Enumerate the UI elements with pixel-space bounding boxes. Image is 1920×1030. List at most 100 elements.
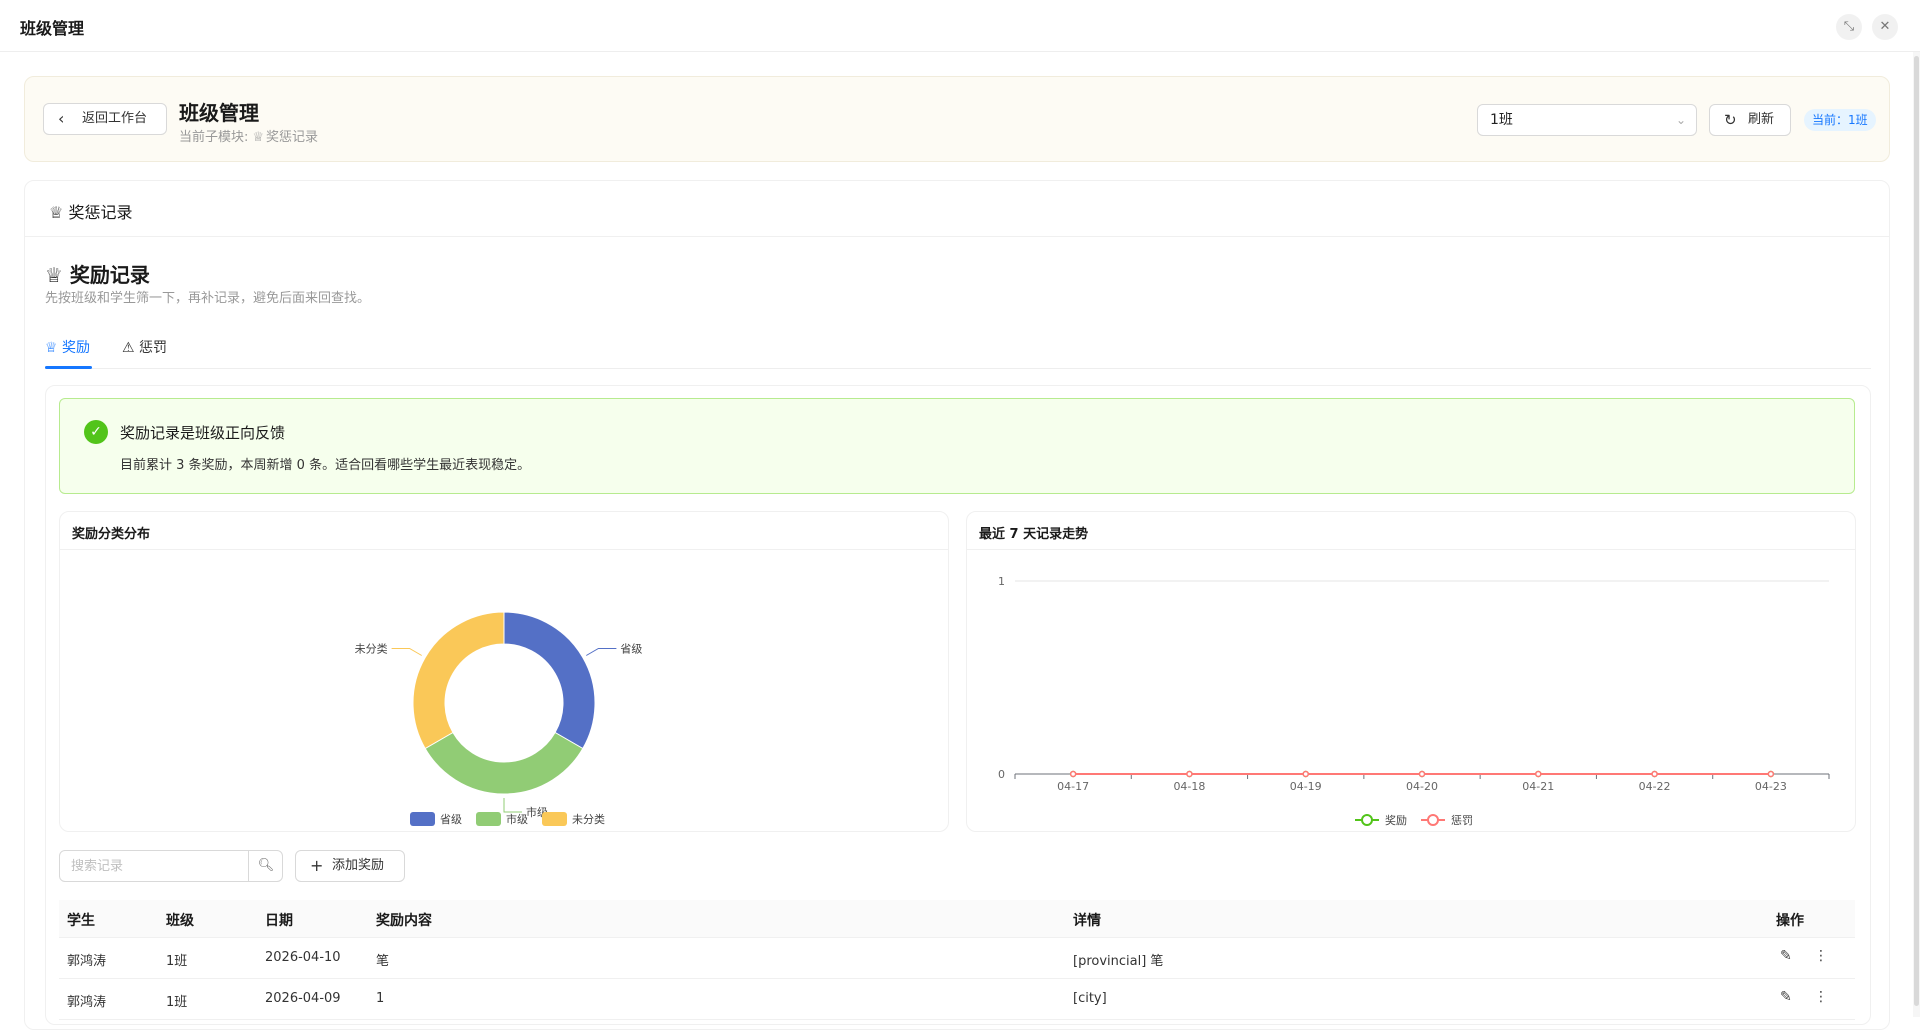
close-icon[interactable]: ✕ [1872, 14, 1898, 40]
legend-marker[interactable] [1427, 814, 1439, 826]
column-header: 日期 [265, 913, 293, 929]
tab-reward-label: 奖励 [62, 340, 91, 356]
cell-class: 1班 [166, 995, 188, 1010]
cell-detail: [provincial] 笔 [1073, 954, 1164, 969]
series-point[interactable] [1767, 770, 1775, 778]
search-input[interactable] [61, 852, 246, 880]
legend-label[interactable]: 市级 [506, 812, 528, 826]
trophy-icon: ♕ [45, 340, 63, 356]
slice-label-line [391, 648, 422, 656]
more-icon[interactable]: ⋮ [1814, 948, 1828, 964]
scrollbar-thumb[interactable] [1914, 56, 1919, 1006]
cell-student: 郭鸿涛 [67, 954, 107, 969]
page-header: ‹ 返回工作台 班级管理 当前子模块: ♕ 奖惩记录 1班 ⌄ ↻ 刷新 当前：1班 [24, 76, 1890, 162]
refresh-label: 刷新 [1748, 112, 1775, 127]
slice-label-line [586, 648, 617, 656]
legend-swatch[interactable] [542, 812, 567, 826]
cell-class: 1班 [166, 954, 188, 969]
x-tick-label: 04-18 [1173, 780, 1205, 793]
pie-slice[interactable] [503, 611, 596, 750]
legend-marker[interactable] [1361, 814, 1373, 826]
cell-detail: [city] [1073, 991, 1107, 1006]
slice-label: 未分类 [355, 642, 388, 656]
column-header: 详情 [1073, 913, 1101, 929]
plus-icon: + [310, 856, 324, 875]
add-reward-label: 添加奖励 [332, 858, 385, 873]
warning-icon: ⚠ [122, 340, 140, 356]
card-header: ♕ 奖惩记录 [25, 181, 1889, 237]
tab-bar: ♕ 奖励 ⚠ 惩罚 [45, 329, 1871, 369]
cell-content: 1 [376, 991, 385, 1006]
series-point[interactable] [1535, 770, 1542, 778]
add-reward-button[interactable]: + 添加奖励 [295, 850, 405, 882]
legend-label[interactable]: 惩罚 [1451, 814, 1473, 827]
rewards-card: ♕ 奖惩记录 ♕ 奖励记录 先按班级和学生筛一下，再补记录，避免后面来回查找。 … [24, 180, 1890, 1030]
column-header: 班级 [166, 913, 194, 929]
table-header: 学生 班级 日期 奖励内容 详情 操作 [59, 900, 1855, 938]
alert-description: 目前累计 3 条奖励，本周新增 0 条。适合回看哪些学生最近表现稳定。 [120, 458, 531, 473]
category-distribution-chart: 奖励分类分布 省级 市级 未分类 省级 市级 未分类 [59, 511, 949, 832]
slice-label: 省级 [620, 643, 642, 656]
trophy-icon: ♕ [49, 203, 69, 222]
series-point[interactable] [1069, 770, 1077, 778]
current-class-badge: 当前：1班 [1804, 109, 1876, 131]
column-header: 奖励内容 [376, 913, 432, 929]
back-button-label: 返回工作台 [82, 111, 148, 126]
legend-label[interactable]: 省级 [440, 813, 462, 826]
card-title-text: 奖惩记录 [68, 203, 133, 222]
window-title-bar: 班级管理 ⤡ ✕ [0, 0, 1920, 52]
line-chart-svg: 0 1 04-17 04-18 04-19 04-20 04-21 04-22 04-23 奖励 惩… [998, 575, 1830, 827]
series-point[interactable] [1651, 770, 1658, 778]
pie-slice[interactable] [412, 611, 505, 750]
x-tick-label: 04-23 [1755, 780, 1787, 793]
tab-reward[interactable]: ♕ 奖励 [45, 337, 90, 357]
edit-icon[interactable]: ✎ [1780, 948, 1792, 964]
refresh-button[interactable]: ↻ 刷新 [1709, 104, 1791, 136]
submodule-prefix: 当前子模块: [179, 130, 249, 145]
alert-title: 奖励记录是班级正向反馈 [120, 424, 286, 442]
collapse-icon[interactable]: ⤡ [1836, 14, 1862, 40]
series-point[interactable] [1302, 770, 1309, 778]
card-title: ♕ 奖惩记录 [49, 199, 132, 223]
table-row[interactable]: 郭鸿涛 1班 2026-04-10 笔 [provincial] 笔 ✎ ⋮ [59, 938, 1855, 979]
edit-icon[interactable]: ✎ [1780, 989, 1792, 1005]
section-title: ♕ 奖励记录 [45, 259, 150, 288]
section-description: 先按班级和学生筛一下，再补记录，避免后面来回查找。 [45, 291, 371, 306]
chevron-left-icon: ‹ [58, 109, 65, 128]
back-to-workbench-button[interactable]: ‹ 返回工作台 [43, 103, 167, 135]
legend-swatch[interactable] [410, 812, 435, 826]
class-select-value: 1班 [1490, 112, 1513, 128]
success-alert: ✓ 奖励记录是班级正向反馈 目前累计 3 条奖励，本周新增 0 条。适合回看哪些… [59, 398, 1855, 494]
reward-panel: ✓ 奖励记录是班级正向反馈 目前累计 3 条奖励，本周新增 0 条。适合回看哪些… [45, 385, 1871, 1025]
y-tick-label: 1 [998, 575, 1005, 588]
cell-student: 郭鸿涛 [67, 995, 107, 1010]
x-tick-label: 04-19 [1290, 780, 1322, 793]
chevron-down-icon: ⌄ [1675, 113, 1686, 127]
series-point[interactable] [1418, 770, 1426, 778]
refresh-icon: ↻ [1724, 111, 1737, 129]
trophy-icon: ♕ [252, 130, 265, 145]
legend-swatch[interactable] [476, 812, 501, 826]
submodule-name: 奖惩记录 [266, 130, 319, 145]
slice-label-line [503, 798, 522, 813]
column-header: 操作 [1776, 913, 1804, 929]
active-tab-indicator [45, 366, 92, 369]
pie-slice[interactable] [424, 731, 584, 795]
tab-punishment[interactable]: ⚠ 惩罚 [122, 337, 167, 357]
trend-chart: 最近 7 天记录走势 0 1 04-17 04-18 04-19 04-20 04-21 04… [966, 511, 1856, 832]
page-title: 班级管理 [179, 101, 259, 125]
legend-label[interactable]: 未分类 [572, 812, 605, 826]
legend-label[interactable]: 奖励 [1385, 813, 1407, 827]
window-title: 班级管理 [20, 19, 85, 38]
x-tick-label: 04-17 [1057, 780, 1089, 793]
trophy-icon: ♕ [45, 263, 70, 287]
column-header: 学生 [67, 913, 95, 929]
cell-date: 2026-04-10 [265, 950, 341, 965]
pie-chart-svg: 省级市级未分类省级 市级 未分类 [355, 611, 642, 826]
series-point[interactable] [1186, 770, 1193, 778]
class-select[interactable]: 1班 ⌄ [1477, 104, 1697, 136]
search-icon[interactable]: 🔍︎ [248, 851, 283, 881]
more-icon[interactable]: ⋮ [1814, 989, 1828, 1005]
table-row[interactable]: 郭鸿涛 1班 2026-04-09 1 [city] ✎ ⋮ [59, 979, 1855, 1020]
search-box: 🔍︎ [59, 850, 283, 882]
